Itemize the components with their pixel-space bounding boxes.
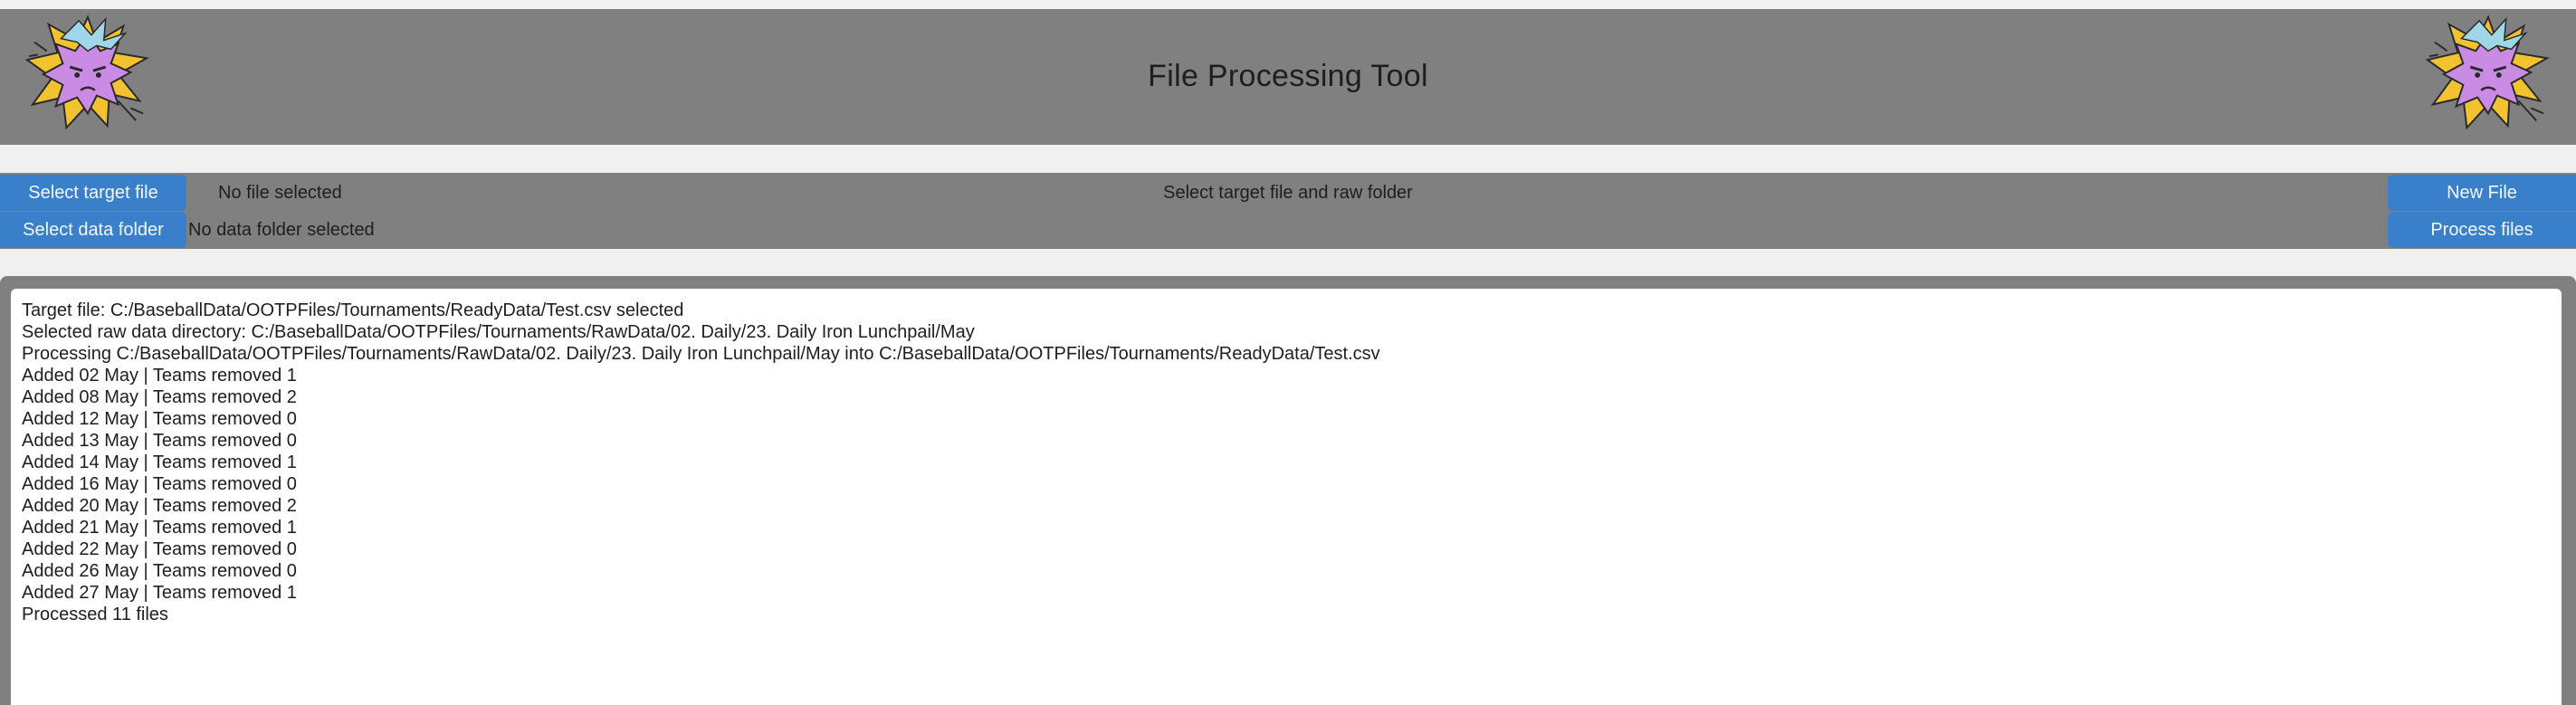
- header-bar: File Processing Tool: [0, 9, 2576, 145]
- log-line: Added 08 May | Teams removed 2: [22, 387, 297, 407]
- new-file-button[interactable]: New File: [2388, 175, 2576, 211]
- log-line: Added 02 May | Teams removed 1: [22, 366, 297, 386]
- log-line: Added 22 May | Teams removed 0: [22, 539, 297, 559]
- select-data-folder-button[interactable]: Select data folder: [0, 212, 186, 248]
- log-lines: Target file: C:/BaseballData/OOTPFiles/T…: [11, 289, 2562, 625]
- log-line: Added 12 May | Teams removed 0: [22, 409, 297, 429]
- log-line: Target file: C:/BaseballData/OOTPFiles/T…: [22, 300, 684, 320]
- app-window: File Processing Tool Select target file …: [0, 0, 2576, 705]
- log-line: Selected raw data directory: C:/Baseball…: [22, 322, 975, 342]
- log-line: Added 14 May | Teams removed 1: [22, 453, 297, 472]
- log-line: Added 27 May | Teams removed 1: [22, 583, 297, 603]
- log-line: Processing C:/BaseballData/OOTPFiles/Tou…: [22, 344, 1380, 364]
- log-line: Added 16 May | Teams removed 0: [22, 474, 297, 494]
- log-line: Processed 11 files: [22, 605, 168, 624]
- log-line: Added 20 May | Teams removed 2: [22, 496, 297, 516]
- instruction-text: Select target file and raw folder: [1163, 183, 1413, 203]
- page-title: File Processing Tool: [1148, 59, 1428, 93]
- controls-bar: Select target file Select data folder No…: [0, 173, 2576, 249]
- log-panel-frame: Target file: C:/BaseballData/OOTPFiles/T…: [0, 276, 2576, 705]
- log-line: Added 26 May | Teams removed 0: [22, 561, 297, 581]
- process-files-button[interactable]: Process files: [2388, 212, 2576, 248]
- log-output-area[interactable]: Target file: C:/BaseballData/OOTPFiles/T…: [11, 289, 2562, 705]
- spiky-creature-logo-icon: [2426, 14, 2550, 130]
- log-line: Added 13 May | Teams removed 0: [22, 431, 297, 451]
- log-line: Added 21 May | Teams removed 1: [22, 518, 297, 538]
- folder-status-label: No data folder selected: [188, 220, 375, 240]
